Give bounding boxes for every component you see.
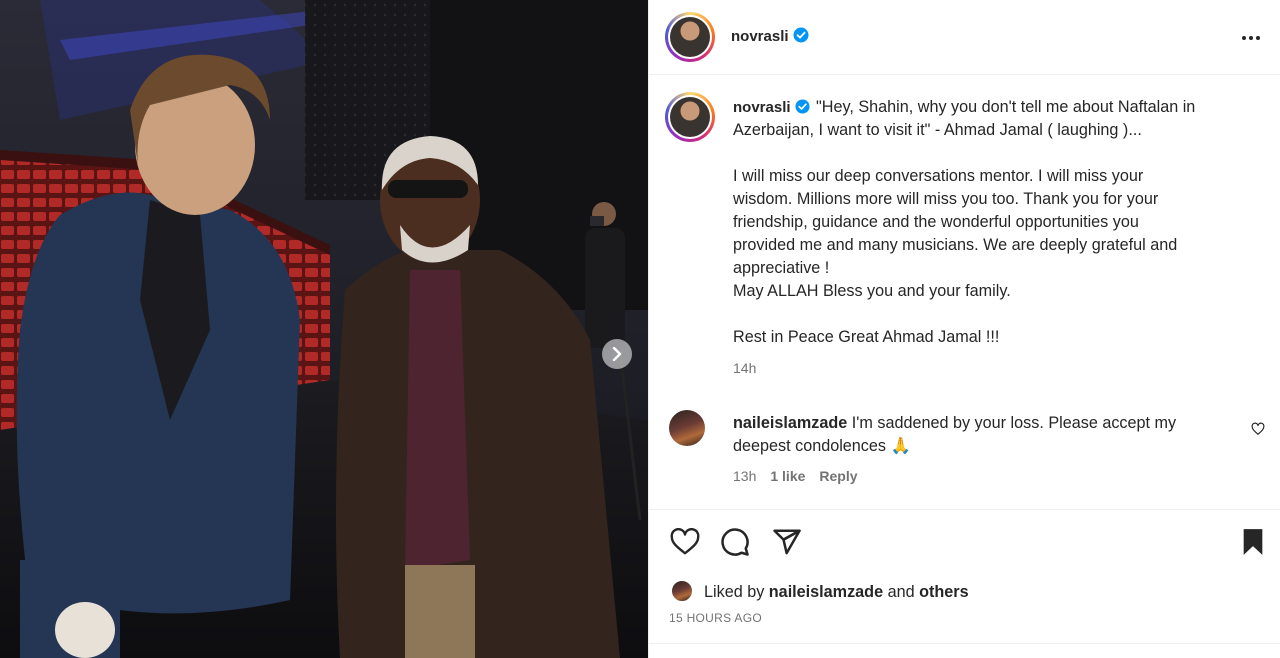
comment-line: deepest condolences 🙏 [733,437,911,455]
like-button[interactable] [669,526,701,558]
verified-badge-icon [795,99,810,114]
author-avatar[interactable] [665,12,715,62]
comment-meta: 13h 1 like Reply [733,468,858,484]
post-actions-bar [649,509,1280,573]
avatar-image [670,97,710,137]
comments-section[interactable]: novrasli "Hey, Shahin, why you don't tel… [649,76,1280,508]
caption-timestamp[interactable]: 14h [733,360,756,376]
liked-by-others-link[interactable]: others [919,583,968,601]
comment-text: naileislamzade I'm saddened by your loss… [733,412,1233,458]
liked-by-text: Liked by naileislamzade and others [704,583,969,601]
post-photo[interactable] [0,0,648,658]
caption-author-username[interactable]: novrasli [733,99,810,116]
caption-line: I will miss our deep conversations mento… [733,167,1144,185]
liker-avatar[interactable] [671,580,693,602]
post-header: novrasli [649,0,1280,75]
bookmark-icon [1243,529,1263,555]
share-icon [773,529,801,555]
add-comment-area[interactable] [649,643,1280,658]
more-options-icon[interactable] [1239,26,1263,50]
caption-line: provided me and many musicians. We are d… [733,236,1178,254]
commenter-avatar[interactable] [669,410,705,446]
next-photo-button[interactable] [602,339,632,369]
heart-icon [670,528,700,555]
caption-line: May ALLAH Bless you and your family. [733,282,1011,300]
likes-summary: Liked by naileislamzade and others [649,578,1280,608]
comment-likes-count[interactable]: 1 like [770,468,805,484]
reply-button[interactable]: Reply [819,468,857,484]
caption-line: wisdom. Millions more will miss you too.… [733,190,1159,208]
avatar-image [670,17,710,57]
author-username[interactable]: novrasli [731,27,809,45]
instagram-post: novrasli novrasli "Hey, Shahin, why you … [0,0,1280,658]
comment-like-button[interactable] [1251,422,1265,441]
verified-badge-icon [793,27,809,43]
comment-icon [721,528,749,556]
liker-username[interactable]: naileislamzade [769,583,883,601]
comment-line: I'm saddened by your loss. Please accept… [851,414,1177,432]
caption-line: appreciative ! [733,259,830,277]
share-button[interactable] [771,526,803,558]
caption-line: Rest in Peace Great Ahmad Jamal !!! [733,328,1000,346]
concert-hall-photo [0,0,648,658]
post-date[interactable]: 15 HOURS AGO [669,611,762,625]
post-side-panel: novrasli novrasli "Hey, Shahin, why you … [648,0,1280,658]
comment-button[interactable] [719,526,751,558]
caption-line: Azerbaijan, I want to visit it" - Ahmad … [733,121,1142,139]
save-button[interactable] [1237,526,1269,558]
heart-icon [1251,422,1265,435]
caption-author-avatar[interactable] [665,92,715,142]
commenter-username[interactable]: naileislamzade [733,414,847,432]
caption-line: "Hey, Shahin, why you don't tell me abou… [816,98,1196,116]
comment-item: naileislamzade I'm saddened by your loss… [649,406,1280,496]
comment-timestamp[interactable]: 13h [733,468,756,484]
post-caption: novrasli "Hey, Shahin, why you don't tel… [733,96,1263,349]
chevron-right-icon [612,347,622,361]
caption-line: friendship, guidance and the wonderful o… [733,213,1139,231]
